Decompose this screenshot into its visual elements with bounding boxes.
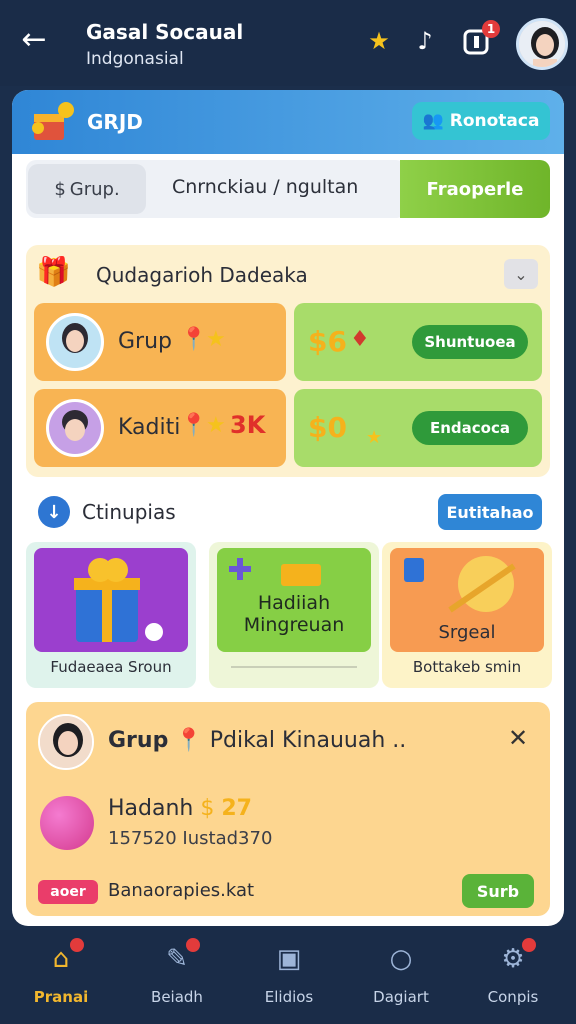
close-icon[interactable]: ✕ xyxy=(508,724,528,752)
avatar xyxy=(46,399,104,457)
post-stats: 157520 Iustad370 xyxy=(108,828,273,849)
daily-row-highlight: 3K xyxy=(230,411,266,439)
reward-tile[interactable]: Hadiiah Mingreuan xyxy=(209,542,379,688)
contrib-title: Ctinupias xyxy=(82,500,176,524)
avatar xyxy=(38,714,94,770)
star-icon: ★ xyxy=(206,327,226,352)
top-bar: ← Gasal Socaual Indgonasial ★ ♪ 1 xyxy=(0,0,576,86)
nav-item-search[interactable]: ✎ Beiadh xyxy=(122,938,232,1018)
daily-row-left[interactable]: Kaditi 📍 ★ 3K xyxy=(34,389,286,467)
gift-icon: 🎁 xyxy=(36,255,71,288)
tile-image xyxy=(34,548,188,652)
post-title-bold: Grup xyxy=(108,728,169,753)
tab-group-label: Grup. xyxy=(69,178,120,200)
tile-label: Bottakeb smin xyxy=(412,658,522,676)
post-reward-label: Hadanh xyxy=(108,796,194,821)
tab-middle[interactable]: Cnrnckiau / ngultan xyxy=(172,176,358,198)
daily-row-price: $6 xyxy=(308,325,347,358)
ball-icon xyxy=(40,796,94,850)
nav-label: Pranai xyxy=(33,988,89,1006)
gift-box-icon xyxy=(26,98,76,146)
nav-label: Dagiart xyxy=(373,988,429,1006)
tile-heading-line: Mingreuan xyxy=(243,614,345,636)
nav-item-settings[interactable]: ⚙ Conpis xyxy=(458,938,568,1018)
daily-row-button[interactable]: Endacoca xyxy=(412,411,528,445)
star-icon[interactable]: ★ xyxy=(362,24,396,58)
post-reward-amount: 27 xyxy=(221,796,252,821)
daily-row-right: $0 ★ Endacoca xyxy=(294,389,542,467)
daily-row-price: $0 xyxy=(308,411,347,444)
tab-bar: $ Grup. Cnrnckiau / ngultan Fraoperle xyxy=(26,160,550,222)
daily-row-name: Kaditi xyxy=(118,415,181,440)
app-subtitle: Indgonasial xyxy=(86,49,184,69)
tab-green[interactable]: Fraoperle xyxy=(400,160,550,218)
group-post-card: Grup 📍 Pdikal Kinauuah .. ✕ Hadanh $ 27 … xyxy=(26,702,550,916)
coin-icon: $ xyxy=(200,796,215,821)
nav-badge xyxy=(522,938,536,952)
nav-badge xyxy=(70,938,84,952)
post-title: Grup 📍 Pdikal Kinauuah .. xyxy=(108,728,406,753)
daily-row-name: Grup xyxy=(118,329,173,354)
main-card: GRJD 👥 Ronotaca $ Grup. Cnrnckiau / ngul… xyxy=(12,90,564,926)
flame-icon: ♦ xyxy=(350,327,370,352)
divider xyxy=(231,666,357,668)
tile-heading: Srgeal xyxy=(438,622,496,643)
avatar xyxy=(46,313,104,371)
pin-icon: 📍 xyxy=(175,728,203,753)
star-icon: ★ xyxy=(366,427,383,448)
daily-section: 🎁 Qudagarioh Dadeaka ⌄ Grup 📍 ★ $6 ♦ Shu… xyxy=(26,245,550,477)
reward-tile[interactable]: Fudaeaea Sroun xyxy=(26,542,196,688)
document-icon: ▣ xyxy=(276,944,302,974)
users-icon: 👥 xyxy=(422,111,444,131)
daily-row-left[interactable]: Grup 📍 ★ xyxy=(34,303,286,381)
nav-item-chat[interactable]: ○ Dagiart xyxy=(346,938,456,1018)
post-reward: Hadanh $ 27 xyxy=(108,796,252,821)
info-icon: ↓ xyxy=(38,496,70,528)
tile-heading-line: Hadiiah xyxy=(257,592,331,614)
nav-item-history[interactable]: ▣ Elidios xyxy=(234,938,344,1018)
chevron-down-icon[interactable]: ⌄ xyxy=(504,259,538,289)
nav-item-home[interactable]: ⌂ Pranai xyxy=(6,938,116,1018)
tile-heading: Hadiiah Mingreuan xyxy=(217,592,371,636)
app-title: Gasal Socaual xyxy=(86,20,244,44)
dollar-icon: $ xyxy=(54,178,66,200)
contrib-button[interactable]: Eutitahao xyxy=(438,494,542,530)
daily-row-right: $6 ♦ Shuntuoea xyxy=(294,303,542,381)
circle-icon: ○ xyxy=(389,944,413,974)
post-note: Banaorapies.kat xyxy=(108,880,255,901)
music-note-icon[interactable]: ♪ xyxy=(408,24,442,58)
nav-label: Beiadh xyxy=(151,988,203,1006)
nav-badge xyxy=(186,938,200,952)
tile-label: Fudaeaea Sroun xyxy=(50,658,172,676)
post-title-rest: Pdikal Kinauuah .. xyxy=(209,728,407,753)
header-action-label: Ronotaca xyxy=(449,111,540,131)
daily-row-button[interactable]: Shuntuoea xyxy=(412,325,528,359)
user-avatar[interactable] xyxy=(516,18,568,70)
daily-title: Qudagarioh Dadeaka xyxy=(96,263,308,287)
card-title: GRJD xyxy=(87,110,143,134)
nav-label: Conpis xyxy=(487,988,539,1006)
notification-badge: 1 xyxy=(482,20,500,38)
tab-group[interactable]: $ Grup. xyxy=(28,164,146,214)
post-tag: aoer xyxy=(38,880,98,904)
card-header: GRJD 👥 Ronotaca xyxy=(12,90,564,154)
star-icon: ★ xyxy=(206,413,226,438)
nav-label: Elidios xyxy=(264,988,314,1006)
contrib-section: ↓ Ctinupias Eutitahao xyxy=(26,488,550,538)
post-button[interactable]: Surb xyxy=(462,874,534,908)
pin-icon: 📍 xyxy=(180,327,208,352)
reward-tile[interactable]: Srgeal Bottakeb smin xyxy=(382,542,552,688)
header-action-button[interactable]: 👥 Ronotaca xyxy=(412,102,550,140)
bottom-nav: ⌂ Pranai ✎ Beiadh ▣ Elidios ○ Dagiart ⚙ … xyxy=(0,930,576,1024)
pin-icon: 📍 xyxy=(180,413,208,438)
back-arrow-icon[interactable]: ← xyxy=(14,20,54,60)
